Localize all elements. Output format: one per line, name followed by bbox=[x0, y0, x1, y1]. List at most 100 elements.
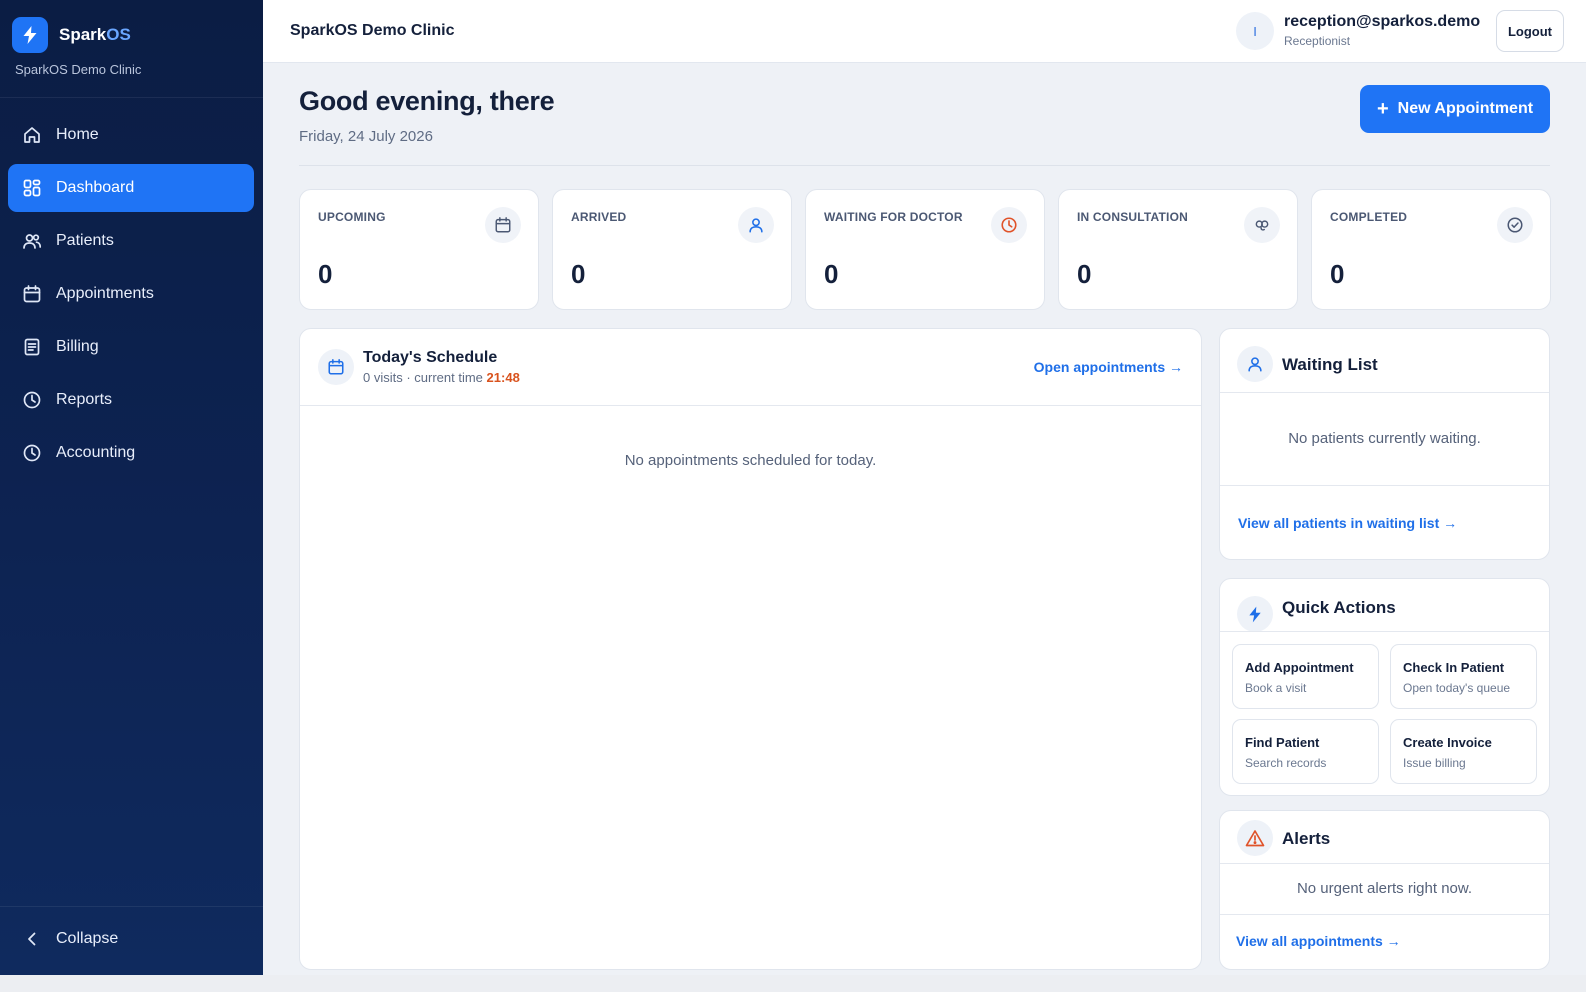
new-appointment-label: New Appointment bbox=[1397, 100, 1534, 117]
find-patient-action[interactable]: Find Patient Search records bbox=[1232, 719, 1379, 784]
stat-card-completed: COMPLETED 0 bbox=[1311, 189, 1551, 310]
brand[interactable]: SparkOS bbox=[12, 17, 131, 53]
clock-icon bbox=[22, 443, 42, 463]
header-divider bbox=[299, 165, 1550, 166]
schedule-title: Today's Schedule bbox=[363, 349, 498, 366]
stat-value: 0 bbox=[1077, 259, 1092, 289]
topbar: SparkOS Demo Clinic I reception@sparkos.… bbox=[263, 0, 1586, 63]
sidebar-item-label: Patients bbox=[56, 232, 114, 249]
stat-card-arrived: ARRIVED 0 bbox=[552, 189, 792, 310]
clinic-name: SparkOS Demo Clinic bbox=[15, 62, 142, 77]
schedule-empty-state: No appointments scheduled for today. bbox=[624, 452, 877, 469]
stat-value: 0 bbox=[824, 259, 839, 289]
sidebar-nav: Home Dashboard Patients Appointments Bil… bbox=[8, 111, 254, 482]
collapse-label: Collapse bbox=[56, 930, 119, 947]
lightning-bolt-icon bbox=[12, 17, 48, 53]
quick-actions-panel: Quick Actions Add Appointment Book a vis… bbox=[1219, 578, 1550, 796]
sidebar-item-label: Home bbox=[56, 126, 99, 143]
stat-card-waiting-for-doctor: WAITING FOR DOCTOR 0 bbox=[805, 189, 1045, 310]
sidebar-item-label: Billing bbox=[56, 338, 99, 355]
stat-value: 0 bbox=[571, 259, 586, 289]
alerts-panel: Alerts No urgent alerts right now. View … bbox=[1219, 810, 1550, 970]
sidebar-item-home[interactable]: Home bbox=[8, 111, 254, 159]
stat-card-upcoming: UPCOMING 0 bbox=[299, 189, 539, 310]
calendar-icon bbox=[318, 349, 354, 385]
stat-label: WAITING FOR DOCTOR bbox=[824, 210, 963, 224]
clinic-title: SparkOS Demo Clinic bbox=[290, 22, 455, 39]
quick-actions-title: Quick Actions bbox=[1282, 598, 1396, 617]
new-appointment-button[interactable]: + New Appointment bbox=[1360, 85, 1550, 133]
sidebar: SparkOS SparkOS Demo Clinic Home Dashboa… bbox=[0, 0, 263, 975]
user-role: Receptionist bbox=[1284, 34, 1351, 48]
sidebar-item-label: Dashboard bbox=[56, 179, 135, 196]
panel-divider bbox=[1220, 631, 1549, 632]
alerts-empty-state: No urgent alerts right now. bbox=[1296, 880, 1473, 897]
create-invoice-action[interactable]: Create Invoice Issue billing bbox=[1390, 719, 1537, 784]
chevron-left-icon bbox=[22, 929, 42, 949]
stat-label: ARRIVED bbox=[571, 210, 627, 224]
brand-name-accent: OS bbox=[106, 25, 131, 44]
calendar-icon bbox=[22, 284, 42, 304]
check-in-patient-action[interactable]: Check In Patient Open today's queue bbox=[1390, 644, 1537, 709]
dashboard-icon bbox=[22, 178, 42, 198]
view-all-appointments-link[interactable]: View all appointments → bbox=[1236, 933, 1401, 949]
sidebar-item-billing[interactable]: Billing bbox=[8, 323, 254, 371]
sidebar-divider bbox=[0, 906, 263, 907]
view-waiting-list-link[interactable]: View all patients in waiting list → bbox=[1238, 515, 1457, 531]
panel-divider bbox=[1220, 863, 1549, 864]
logout-button[interactable]: Logout bbox=[1496, 10, 1564, 52]
user-icon bbox=[738, 207, 774, 243]
sidebar-item-patients[interactable]: Patients bbox=[8, 217, 254, 265]
sidebar-item-label: Appointments bbox=[56, 285, 154, 302]
stat-card-in-consultation: IN CONSULTATION 0 bbox=[1058, 189, 1298, 310]
action-subtitle: Search records bbox=[1245, 756, 1327, 770]
home-icon bbox=[22, 125, 42, 145]
action-title: Check In Patient bbox=[1403, 660, 1505, 675]
bottom-strip bbox=[0, 975, 1586, 992]
clock-icon bbox=[22, 390, 42, 410]
action-subtitle: Book a visit bbox=[1245, 681, 1307, 695]
page-title: Good evening, there bbox=[299, 86, 555, 116]
receipt-icon bbox=[22, 337, 42, 357]
action-subtitle: Issue billing bbox=[1403, 756, 1466, 770]
add-appointment-action[interactable]: Add Appointment Book a visit bbox=[1232, 644, 1379, 709]
calendar-icon bbox=[485, 207, 521, 243]
action-title: Create Invoice bbox=[1403, 735, 1492, 750]
panel-divider bbox=[1220, 914, 1549, 915]
user-email: reception@sparkos.demo bbox=[1284, 13, 1481, 30]
action-title: Add Appointment bbox=[1245, 660, 1354, 675]
sidebar-item-appointments[interactable]: Appointments bbox=[8, 270, 254, 318]
waiting-list-empty-state: No patients currently waiting. bbox=[1288, 430, 1481, 447]
sidebar-item-dashboard[interactable]: Dashboard bbox=[8, 164, 254, 212]
collapse-button[interactable]: Collapse bbox=[8, 917, 254, 961]
panel-divider bbox=[1220, 392, 1549, 393]
waiting-list-panel: Waiting List No patients currently waiti… bbox=[1219, 328, 1550, 560]
stat-label: IN CONSULTATION bbox=[1077, 210, 1188, 224]
brand-name-main: Spark bbox=[59, 25, 107, 44]
check-circle-icon bbox=[1497, 207, 1533, 243]
current-time: 21:48 bbox=[486, 370, 520, 385]
user-icon bbox=[1237, 346, 1273, 382]
sidebar-item-reports[interactable]: Reports bbox=[8, 376, 254, 424]
brand-name: SparkOS bbox=[59, 25, 131, 45]
open-appointments-link[interactable]: Open appointments → bbox=[1034, 359, 1183, 375]
action-title: Find Patient bbox=[1245, 735, 1320, 750]
stat-label: COMPLETED bbox=[1330, 210, 1408, 224]
stethoscope-icon bbox=[1244, 207, 1280, 243]
current-date: Friday, 24 July 2026 bbox=[299, 128, 433, 145]
visits-count: 0 visits · current time bbox=[363, 370, 483, 385]
schedule-subtitle: 0 visits · current time 21:48 bbox=[363, 370, 520, 385]
waiting-list-title: Waiting List bbox=[1282, 355, 1378, 374]
sidebar-item-label: Reports bbox=[56, 391, 113, 408]
plus-icon: + bbox=[1376, 98, 1389, 120]
sidebar-item-accounting[interactable]: Accounting bbox=[8, 429, 254, 477]
panel-divider bbox=[300, 405, 1201, 406]
stat-label: UPCOMING bbox=[318, 210, 386, 224]
avatar[interactable]: I bbox=[1236, 12, 1274, 50]
clock-icon bbox=[991, 207, 1027, 243]
warning-triangle-icon bbox=[1237, 820, 1273, 856]
sidebar-divider bbox=[0, 97, 263, 98]
panel-divider bbox=[1220, 485, 1549, 486]
todays-schedule-panel: Today's Schedule 0 visits · current time… bbox=[299, 328, 1202, 970]
stat-value: 0 bbox=[318, 259, 333, 289]
